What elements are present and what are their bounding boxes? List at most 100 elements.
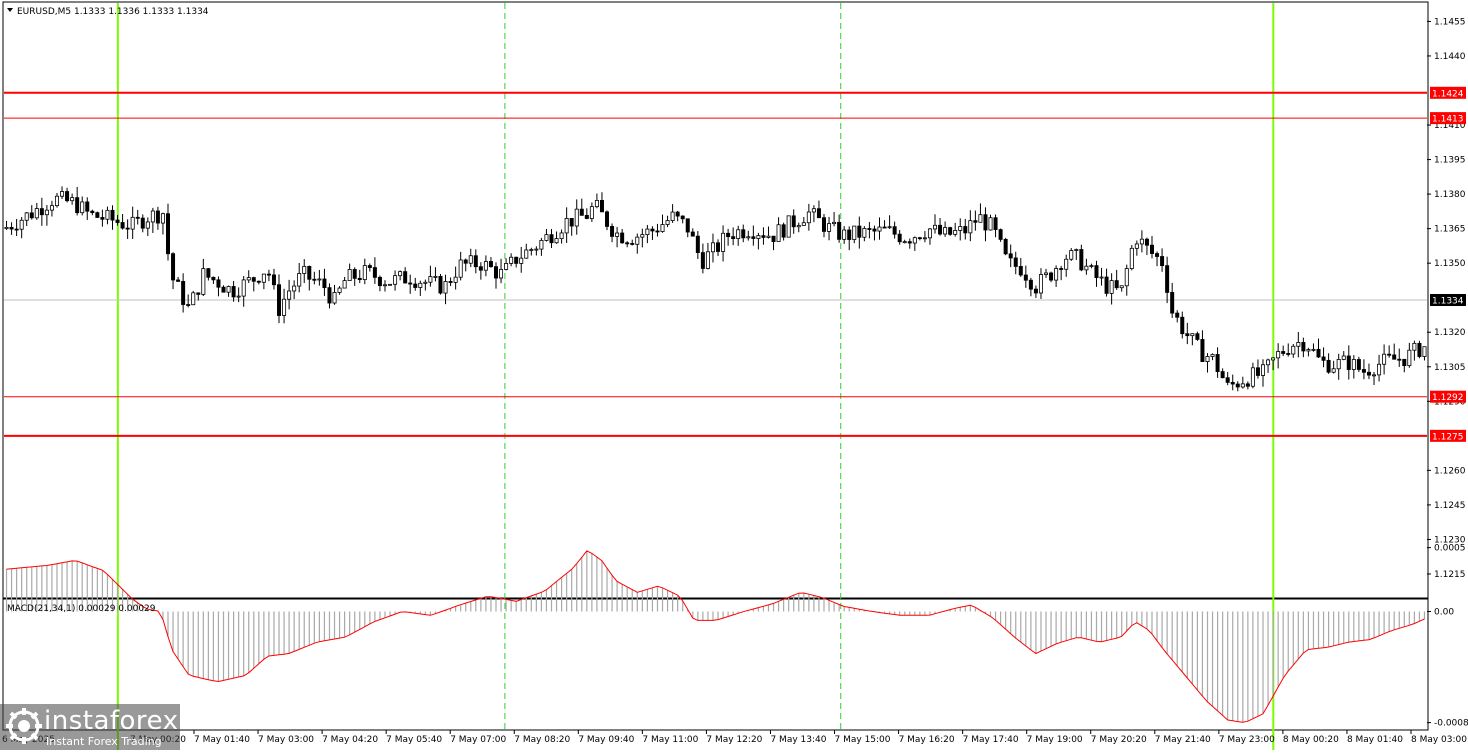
time-axis-label-16: 7 May 23:00 [1219,735,1275,745]
candle-body [675,211,680,217]
candle-body [29,212,34,219]
candle-body [816,208,821,219]
candle-body [488,261,493,268]
candle-body [24,212,29,221]
candle-body [438,276,443,294]
candle-body [665,220,670,225]
candle-body [993,217,998,231]
price-axis-label-8: 1.1305 [1434,363,1466,373]
candle-body [584,214,589,219]
candle-body [413,283,418,288]
candle-body [1316,348,1321,358]
candle-body [781,224,786,238]
price-axis-label-1: 1.1440 [1434,52,1466,62]
candle-body [943,227,948,235]
candle-body [806,211,811,224]
candle-body [1044,272,1049,275]
candle-body [862,228,867,238]
candle-body [1059,268,1064,270]
candle-body [357,277,362,280]
candle-body [574,208,579,227]
time-axis-label-15: 7 May 21:40 [1155,735,1211,745]
candle-body [761,235,766,238]
candle-body [791,215,796,228]
candle-body [983,214,988,231]
candle-body [1134,243,1139,249]
candle-body [271,274,276,286]
candle-body [705,251,710,269]
candle-body [1175,312,1180,318]
candle-body [927,228,932,239]
candle-body [1144,238,1149,246]
candle-body [1281,351,1286,354]
macd-axis-label-1: 0.00 [1434,607,1454,617]
candle-body [539,240,544,250]
candle-body [171,253,176,281]
time-axis-label-10: 7 May 15:00 [835,735,891,745]
candle-body [1422,346,1427,357]
candle-body [39,208,44,216]
candle-body [872,228,877,232]
candle-body [564,218,569,234]
candle-body [1271,357,1276,361]
candle-body [605,211,610,227]
candle-body [1250,367,1255,387]
macd-histogram-group [5,550,1426,723]
candle-body [312,278,317,281]
candle-body [1361,369,1366,373]
candle-body [963,226,968,234]
candle-body [731,236,736,239]
candle-body [1331,368,1336,373]
candle-body [236,295,241,298]
candle-body [1195,333,1200,340]
candle-body [453,276,458,283]
time-axis-label-2: 7 May 04:20 [322,735,378,745]
candle-body [1064,258,1069,270]
candle-body [1114,280,1119,289]
candle-body [150,210,155,223]
macd-signal-line [6,550,1425,723]
candle-body [1286,353,1291,355]
candle-body [1104,276,1109,294]
candle-body [1084,265,1089,271]
candle-body [1160,256,1165,267]
candle-body [569,218,574,227]
candle-body [579,208,584,216]
time-axis-label-3: 7 May 05:40 [386,735,442,745]
candle-body [216,279,221,288]
candle-body [620,232,625,244]
candle-body [1266,359,1271,366]
candle-body [599,200,604,213]
candle-body [403,271,408,284]
candle-body [1210,354,1215,357]
candle-body [282,298,287,316]
candle-body [1038,274,1043,294]
candle-body [766,235,771,238]
candle-body [307,266,312,280]
candle-body [973,220,978,223]
candle-body [756,235,761,239]
candle-body [832,221,837,225]
price-level-label-0: 1.1424 [1432,89,1464,99]
candle-body [1099,276,1104,279]
candle-body [615,232,620,237]
candle-body [332,292,337,304]
candle-body [1397,358,1402,361]
candle-body [625,242,630,245]
watermark-tagline: Instant Forex Trading [46,735,162,748]
candle-body [277,284,282,316]
candle-body [978,214,983,223]
candle-body [509,256,514,264]
current-price-label: 1.1334 [1432,297,1464,307]
candle-body [710,242,715,253]
candle-body [165,213,170,255]
candle-body [690,231,695,237]
macd-pane-frame [2,598,1429,731]
candle-body [1225,377,1230,383]
candle-body [458,259,463,278]
candle-body [786,215,791,238]
candle-body [408,282,413,285]
candle-body [186,304,191,306]
candle-body [317,278,322,281]
candle-body [1190,333,1195,337]
